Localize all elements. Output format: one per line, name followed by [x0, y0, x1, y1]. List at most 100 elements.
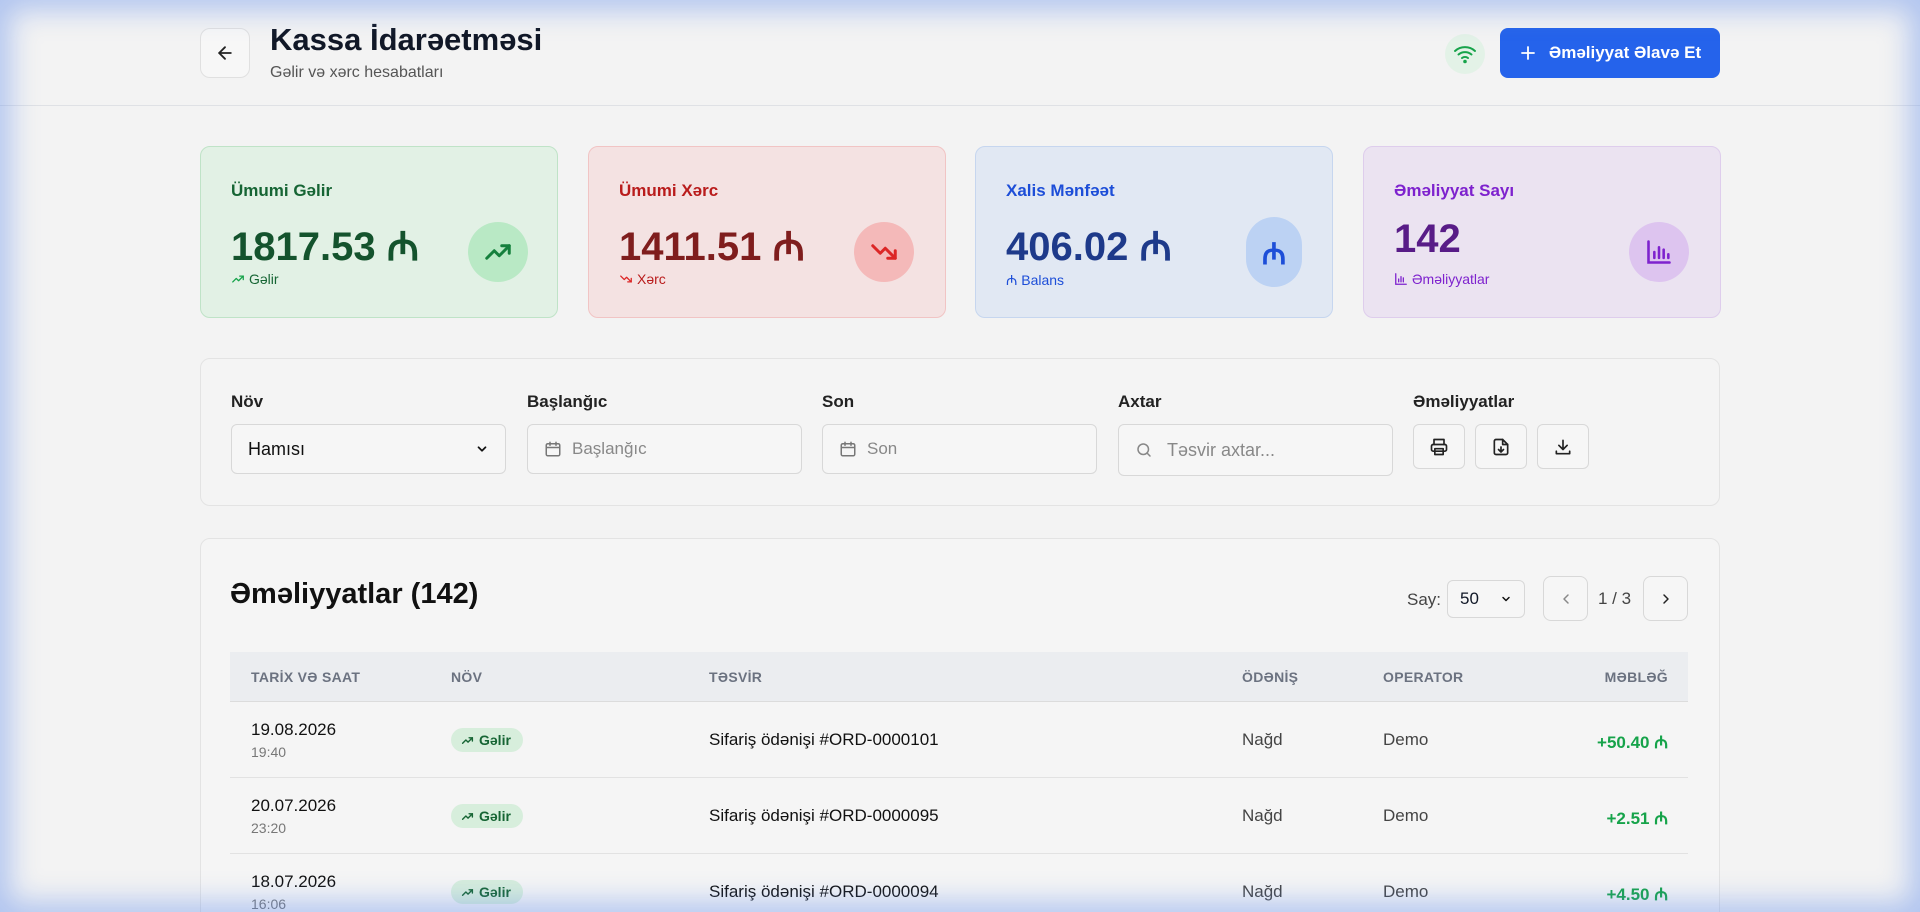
stat-icon-circle: [1629, 222, 1689, 282]
stat-value: 1817.53 ₼: [231, 225, 420, 269]
add-transaction-label: Əməliyyat Əlavə Et: [1548, 43, 1702, 62]
chevron-down-icon: [477, 446, 487, 452]
connection-status-badge: [1445, 34, 1485, 74]
row-type: Gəlir: [479, 884, 511, 900]
chevron-right-icon: [1662, 593, 1669, 604]
stat-icon-circle: ₼: [1246, 217, 1302, 287]
row-description: Sifariş ödənişi #ORD-0000101: [709, 730, 939, 749]
stat-card-transaction-count: Əməliyyat Sayı 142 Əməliyyatlar: [1363, 146, 1721, 318]
table-row[interactable]: 19.08.2026 19:40 Gəlir Sifariş ödənişi #…: [230, 702, 1688, 778]
start-date-placeholder: Başlanğıc: [572, 439, 647, 458]
column-header-operator[interactable]: OPERATOR: [1383, 652, 1463, 702]
row-operator: Demo: [1383, 730, 1429, 749]
stat-value: 142: [1394, 217, 1461, 261]
type-select[interactable]: Hamısı: [231, 424, 506, 474]
back-button[interactable]: [200, 28, 250, 78]
bar-chart-icon: [1647, 240, 1671, 264]
stat-label: Əməliyyat Sayı: [1394, 181, 1515, 200]
trending-down-icon: [620, 275, 632, 283]
row-payment: Nağd: [1242, 882, 1283, 901]
table-row[interactable]: 20.07.2026 23:20 Gəlir Sifariş ödənişi #…: [230, 778, 1688, 854]
trending-up-icon: [485, 244, 511, 260]
printer-icon: [1430, 438, 1448, 455]
stat-card-income: Ümumi Gəlir 1817.53 ₼ Gəlir: [200, 146, 558, 318]
stat-sub-text: ₼ Balans: [1006, 272, 1065, 288]
type-select-value: Hamısı: [248, 438, 306, 459]
stat-sub: Xərc: [619, 271, 666, 287]
row-date: 20.07.2026: [251, 796, 337, 815]
stat-sub-text: Əməliyyatlar: [1412, 271, 1490, 287]
stat-label: Xalis Mənfəət: [1006, 181, 1115, 200]
column-header-amount[interactable]: MƏBLƏĞ: [1605, 652, 1668, 702]
row-description: Sifariş ödənişi #ORD-0000095: [709, 806, 939, 825]
trending-up-icon: [232, 275, 244, 283]
row-type: Gəlir: [479, 732, 511, 748]
trending-up-icon: [461, 812, 474, 820]
stat-icon-circle: [468, 222, 528, 282]
column-header-description[interactable]: TƏSVİR: [709, 652, 762, 702]
calendar-icon: [545, 441, 561, 457]
chevron-left-icon: [1562, 593, 1569, 604]
column-header-type[interactable]: NÖV: [451, 652, 482, 702]
download-button[interactable]: [1537, 424, 1589, 469]
row-amount: +2.51 ₼: [1606, 809, 1668, 828]
file-download-icon: [1493, 438, 1509, 455]
row-type: Gəlir: [479, 808, 511, 824]
row-payment: Nağd: [1242, 806, 1283, 825]
search-placeholder: Təsvir axtar...: [1167, 439, 1276, 460]
wifi-icon: [1454, 46, 1476, 64]
table-header: TARİX VƏ SAAT NÖV TƏSVİR ÖDƏNİŞ OPERATOR…: [230, 652, 1688, 702]
column-header-payment[interactable]: ÖDƏNİŞ: [1242, 652, 1298, 702]
transactions-title: Əməliyyatlar (142): [230, 578, 479, 610]
print-button[interactable]: [1413, 424, 1465, 469]
stat-card-expense: Ümumi Xərc 1411.51 ₼ Xərc: [588, 146, 946, 318]
income-badge: Gəlir: [451, 728, 523, 752]
row-amount: +50.40 ₼: [1597, 733, 1668, 752]
row-operator: Demo: [1383, 806, 1429, 825]
end-date-label: Son: [822, 392, 855, 411]
actions-label: Əməliyyatlar: [1413, 392, 1515, 411]
page-subtitle: Gəlir və xərc hesabatları: [270, 64, 444, 81]
stat-value: 1411.51 ₼: [619, 225, 805, 269]
stat-sub: Əməliyyatlar: [1394, 271, 1489, 287]
trending-up-icon: [461, 888, 474, 896]
search-input[interactable]: Təsvir axtar...: [1118, 424, 1393, 476]
row-operator: Demo: [1383, 882, 1429, 901]
row-date: 19.08.2026: [251, 720, 337, 739]
export-file-button[interactable]: [1475, 424, 1527, 469]
table-row[interactable]: 18.07.2026 16:06 Gəlir Sifariş ödənişi #…: [230, 854, 1688, 912]
per-page-select[interactable]: 50: [1447, 580, 1525, 618]
page-info: 1 / 3: [1598, 589, 1632, 608]
start-date-input[interactable]: Başlanğıc: [527, 424, 802, 474]
end-date-placeholder: Son: [867, 439, 898, 458]
next-page-button[interactable]: [1643, 576, 1688, 621]
row-amount: +4.50 ₼: [1606, 885, 1668, 904]
search-icon: [1137, 443, 1151, 457]
bar-chart-icon: [1395, 273, 1407, 285]
row-description: Sifariş ödənişi #ORD-0000094: [709, 882, 939, 901]
stat-sub: ₼ Balans: [1006, 271, 1064, 290]
search-label: Axtar: [1118, 392, 1162, 411]
row-date: 18.07.2026: [251, 872, 337, 891]
arrow-left-icon: [218, 46, 232, 60]
end-date-input[interactable]: Son: [822, 424, 1097, 474]
per-page-label: Say:: [1407, 590, 1442, 609]
row-payment: Nağd: [1242, 730, 1283, 749]
prev-page-button[interactable]: [1543, 576, 1588, 621]
download-icon: [1555, 439, 1571, 454]
column-header-date[interactable]: TARİX VƏ SAAT: [251, 652, 360, 702]
trending-down-icon: [871, 244, 897, 260]
stat-sub: Gəlir: [231, 271, 279, 287]
trending-up-icon: [461, 736, 474, 744]
stat-value: 406.02 ₼: [1006, 225, 1172, 269]
add-transaction-button[interactable]: Əməliyyat Əlavə Et: [1500, 28, 1720, 78]
page-title: Kassa İdarəetməsi: [270, 22, 543, 57]
row-time: 19:40: [251, 744, 287, 760]
per-page-value: 50: [1460, 589, 1479, 608]
top-bar: Kassa İdarəetməsi Gəlir və xərc hesabatl…: [0, 0, 1920, 106]
stat-label: Ümumi Gəlir: [231, 181, 333, 200]
chevron-down-icon: [1502, 596, 1510, 602]
manat-icon: ₼: [1261, 237, 1287, 271]
stat-label: Ümumi Xərc: [619, 181, 719, 200]
income-badge: Gəlir: [451, 804, 523, 828]
